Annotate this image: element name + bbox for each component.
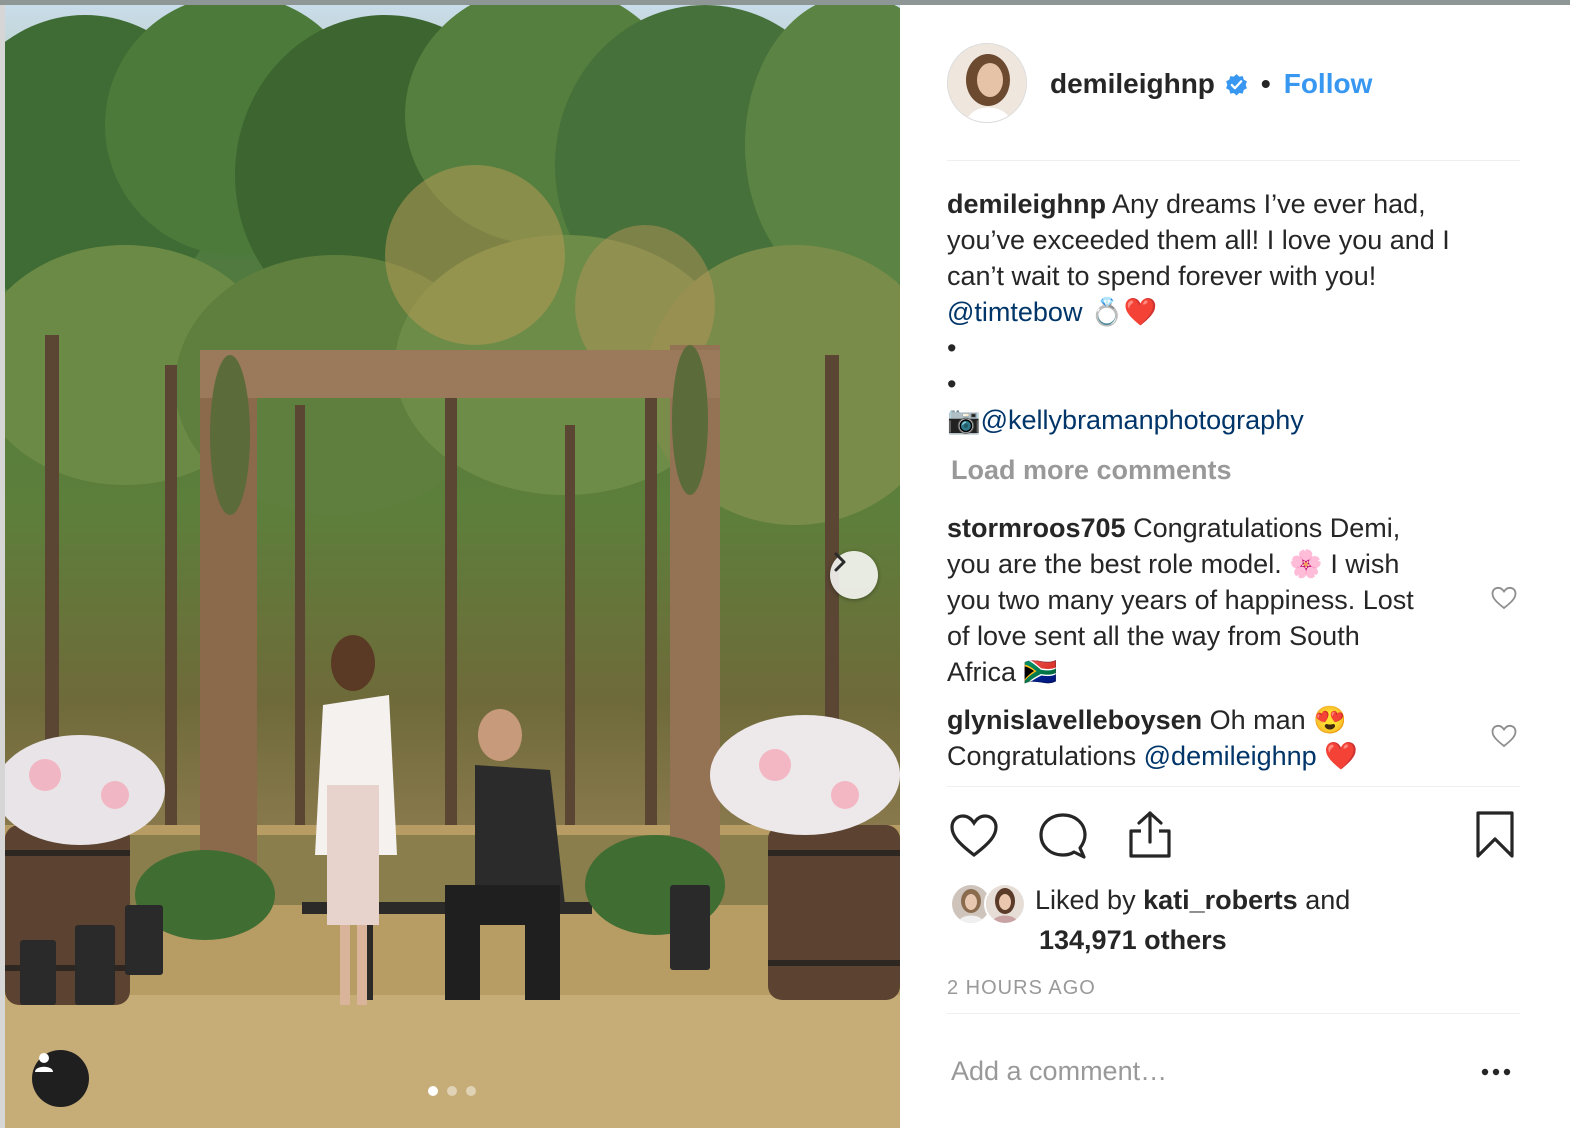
caption-mention-emoji: 💍❤️ xyxy=(1089,297,1158,327)
person-icon xyxy=(35,1053,53,1072)
header-divider xyxy=(947,160,1520,161)
profile-avatar[interactable] xyxy=(947,43,1027,123)
comment-bubble-icon[interactable] xyxy=(1039,812,1087,860)
comment-username[interactable]: stormroos705 xyxy=(947,513,1126,543)
likes-summary: Liked by kati_roberts and 134,971 others xyxy=(1035,880,1350,960)
tagged-users-button[interactable] xyxy=(32,1050,89,1107)
camera-emoji: 📷 xyxy=(947,405,981,435)
post-header: demileighnp • Follow xyxy=(1050,66,1372,102)
comment-text-line: Africa 🇿🇦 xyxy=(947,657,1058,687)
caption-username[interactable]: demileighnp xyxy=(947,189,1106,219)
comment-item: glynislavelleboysen Oh man 😍 Congratulat… xyxy=(947,702,1487,774)
comment-emoji: ❤️ xyxy=(1324,741,1358,771)
verified-badge-icon xyxy=(1225,73,1247,96)
chevron-right-icon xyxy=(834,552,846,572)
header-separator: • xyxy=(1260,68,1271,99)
caption-line-3: can’t wait to spend forever with you! xyxy=(947,261,1377,291)
footer-divider xyxy=(947,1013,1520,1014)
carousel-dots xyxy=(428,1086,476,1096)
comment-text-line: Congratulations xyxy=(947,741,1137,771)
post-caption: demileighnp Any dreams I’ve ever had, yo… xyxy=(947,186,1507,438)
follow-button[interactable]: Follow xyxy=(1284,68,1373,100)
comment-text-line: of love sent all the way from South xyxy=(947,621,1360,651)
comment-like-heart-icon[interactable] xyxy=(1491,586,1517,610)
heart-icon[interactable] xyxy=(949,813,999,859)
photo-credit-mention[interactable]: @kellybramanphotography xyxy=(981,405,1304,435)
carousel-dot-1 xyxy=(428,1086,438,1096)
carousel-next-button[interactable] xyxy=(830,551,878,599)
caption-line-2: you’ve exceeded them all! I love you and… xyxy=(947,225,1450,255)
comment-username[interactable]: glynislavelleboysen xyxy=(947,705,1202,735)
comment-mention[interactable]: @demileighnp xyxy=(1144,741,1317,771)
likes-count-button[interactable]: 134,971 others xyxy=(1039,925,1227,955)
comment-text-line: Congratulations Demi, xyxy=(1133,513,1401,543)
liked-by-user[interactable]: kati_roberts xyxy=(1143,885,1298,915)
caption-line-1: Any dreams I’ve ever had, xyxy=(1112,189,1426,219)
comment-text-line: you two many years of happiness. Lost xyxy=(947,585,1414,615)
proposal-photo-illustration xyxy=(5,5,900,1128)
liker-avatars[interactable] xyxy=(950,883,1028,925)
comment-text-line: Oh man 😍 xyxy=(1209,705,1347,735)
avatar-image xyxy=(948,44,1026,122)
caption-bullet-2: • xyxy=(947,369,957,399)
load-more-comments-button[interactable]: Load more comments xyxy=(951,455,1232,486)
caption-bullet-1: • xyxy=(947,333,957,363)
carousel-dot-2 xyxy=(447,1086,457,1096)
comment-text-line: you are the best role model. 🌸 I wish xyxy=(947,549,1400,579)
post-photo[interactable] xyxy=(5,5,900,1128)
more-options-icon[interactable] xyxy=(1480,1064,1512,1080)
comments-divider xyxy=(947,786,1520,787)
comment-like-heart-icon[interactable] xyxy=(1491,724,1517,748)
caption-mention[interactable]: @timtebow xyxy=(947,297,1082,327)
liked-by-prefix: Liked by xyxy=(1035,885,1136,915)
post-timestamp[interactable]: 2 HOURS AGO xyxy=(947,977,1096,1000)
bookmark-icon[interactable] xyxy=(1474,810,1516,860)
add-comment-input[interactable] xyxy=(951,1050,1451,1092)
liked-by-and: and xyxy=(1305,885,1351,915)
comment-item: stormroos705 Congratulations Demi, you a… xyxy=(947,510,1487,690)
header-username[interactable]: demileighnp xyxy=(1050,68,1215,100)
liker-avatar-image xyxy=(986,885,1024,923)
carousel-dot-3 xyxy=(466,1086,476,1096)
share-icon[interactable] xyxy=(1127,810,1173,860)
liker-avatar xyxy=(984,883,1026,925)
